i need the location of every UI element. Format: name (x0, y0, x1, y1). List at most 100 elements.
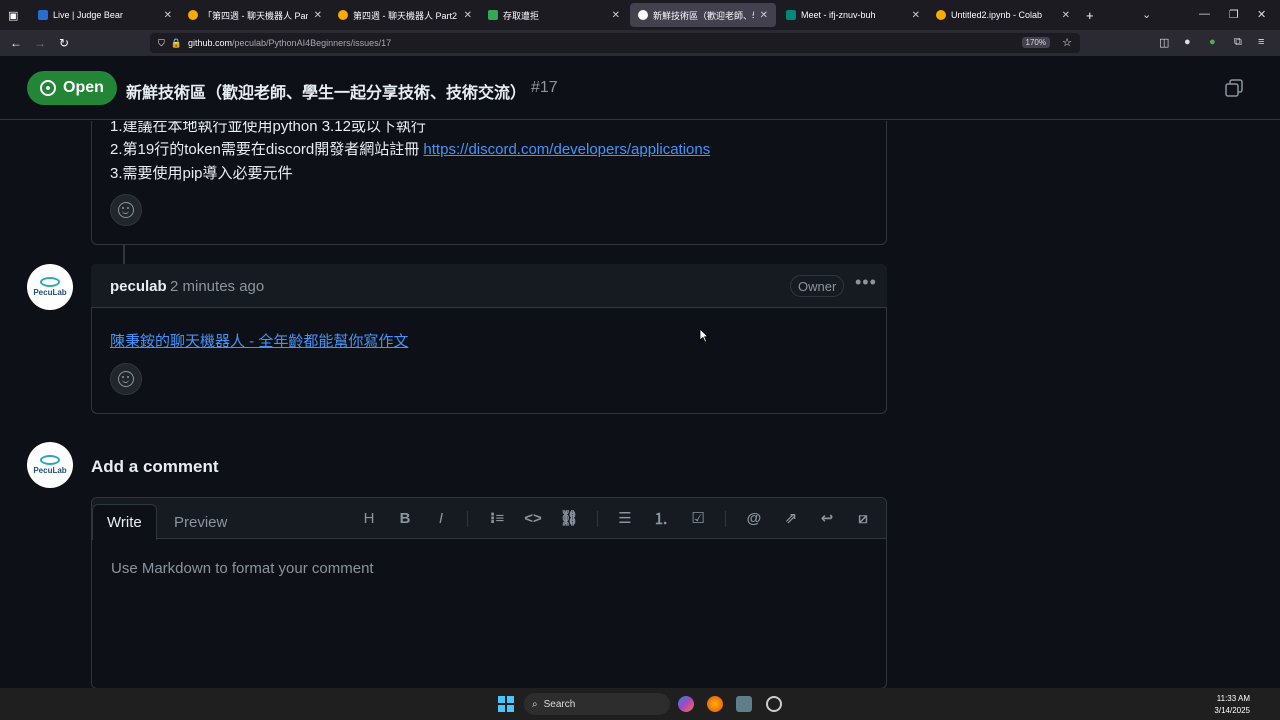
tab-access-denied[interactable]: 存取遭拒 ✕ (480, 0, 628, 30)
close-icon[interactable]: ✕ (464, 10, 472, 21)
mouse-cursor-icon (699, 328, 709, 343)
tab-favicon-icon (38, 10, 48, 20)
mention-icon[interactable]: @ (744, 508, 764, 528)
window-close-icon[interactable]: ✕ (1257, 8, 1266, 21)
lock-icon: 🔒 (170, 37, 182, 48)
italic-button[interactable]: I (431, 508, 451, 528)
bullet-list-icon[interactable]: ☰ (615, 508, 635, 528)
reply-icon[interactable]: ↩ (817, 508, 837, 528)
browser-nav-bar: ← → ↻ ⛉ 🔒 github.com/peculab/PythonAI4Be… (0, 30, 1280, 56)
timeline-connector (123, 245, 125, 265)
back-icon[interactable]: ← (4, 36, 28, 50)
reload-icon[interactable]: ↻ (52, 36, 76, 50)
shield-icon: ⛉ (158, 37, 165, 48)
system-clock[interactable]: 11:33 AM 3/14/2025 (1214, 693, 1250, 717)
smiley-icon (118, 371, 134, 387)
close-icon[interactable]: ✕ (760, 10, 768, 21)
pocket-icon[interactable]: ◫ (1159, 36, 1169, 49)
bold-button[interactable]: B (395, 508, 415, 528)
editor-toolbar: Write Preview H B I ⁝≡ <> ⛓ ☰ ⒈ ☑ @ ⇗ ↩ … (92, 498, 886, 540)
issue-title: 新鮮技術區（歡迎老師、學生一起分享技術、技術交流） (126, 85, 527, 102)
tab-judge-bear[interactable]: Live | Judge Bear ✕ (30, 0, 180, 30)
close-icon[interactable]: ✕ (314, 10, 322, 21)
chatbot-link[interactable]: 陳秉銨的聊天機器人 - 全年齡都能幫你寫作文 (110, 333, 408, 350)
zoom-level[interactable]: 170% (1021, 37, 1050, 48)
browser-tab-bar: ▣ Live | Judge Bear ✕ 「第四週 - 聊天機器人 Part2… (0, 0, 1280, 30)
app-icon[interactable] (766, 696, 782, 712)
comment-header: peculab 2 minutes ago Owner ••• (91, 264, 887, 308)
search-icon: ⌕ (532, 698, 538, 710)
quote-icon[interactable]: ⁝≡ (487, 508, 507, 528)
peculab-logo-icon (40, 455, 60, 465)
link-icon[interactable]: ⛓ (559, 508, 579, 528)
smiley-icon (118, 202, 134, 218)
grammarly-icon[interactable]: ● (1209, 36, 1216, 48)
tab-preview[interactable]: Preview (160, 504, 241, 540)
issue-sticky-header: Open 新鮮技術區（歡迎老師、學生一起分享技術、技術交流） #17 (0, 56, 1280, 120)
bookmark-star-icon[interactable]: ☆ (1062, 36, 1072, 49)
code-icon[interactable]: <> (523, 508, 543, 528)
avatar[interactable]: PecuLab (27, 264, 73, 310)
numbered-list-icon[interactable]: ⒈ (651, 508, 671, 528)
close-icon[interactable]: ✕ (612, 10, 620, 21)
issue-timeline: 1.建議在本地執行並使用python 3.12或以下執行 2.第19行的toke… (0, 121, 1280, 688)
taskbar-search[interactable]: ⌕ Search (524, 693, 670, 715)
screen-tool-icon[interactable] (736, 696, 752, 712)
add-comment-heading: Add a comment (91, 457, 219, 476)
heading-button[interactable]: H (359, 508, 379, 528)
tab-write[interactable]: Write (92, 504, 157, 540)
comment-body-line: 陳秉銨的聊天機器人 - 全年齡都能幫你寫作文 (110, 330, 408, 351)
kebab-menu-icon[interactable]: ••• (855, 272, 877, 293)
close-icon[interactable]: ✕ (1062, 10, 1070, 21)
comment-textarea[interactable]: Use Markdown to format your comment (111, 560, 374, 577)
tab-github-issue[interactable]: 新鮮技術區（歡迎老師、學生一 ✕ (630, 3, 776, 27)
copy-icon[interactable] (1225, 79, 1243, 97)
close-icon[interactable]: ✕ (912, 10, 920, 21)
copilot-icon[interactable] (678, 696, 694, 712)
task-list-icon[interactable]: ☑ (688, 508, 708, 528)
windows-start-icon[interactable] (498, 696, 514, 712)
tab-list-button[interactable]: ▣ (0, 0, 30, 30)
windows-taskbar: ⌕ Search 11:33 AM 3/14/2025 (0, 688, 1280, 720)
tab-untitled-colab[interactable]: Untitled2.ipynb - Colab ✕ (928, 0, 1078, 30)
firefox-icon[interactable] (707, 696, 723, 712)
issue-number: #17 (531, 79, 558, 96)
add-reaction-button[interactable] (110, 194, 142, 226)
peculab-logo-icon (40, 277, 60, 287)
tab-overflow-chevron-icon[interactable]: ⌄ (1142, 8, 1151, 21)
colab-icon (338, 10, 348, 20)
minimize-icon[interactable]: — (1199, 8, 1210, 20)
comment-timestamp[interactable]: 2 minutes ago (170, 278, 264, 295)
github-icon (638, 10, 648, 20)
issue-open-icon (40, 80, 57, 96)
issue-status-badge: Open (27, 71, 117, 105)
reference-icon[interactable]: ⇗ (781, 508, 801, 528)
menu-icon[interactable]: ≡ (1258, 36, 1264, 48)
forward-icon[interactable]: → (28, 36, 52, 50)
avatar[interactable]: PecuLab (27, 442, 73, 488)
tab-colab-part2-a[interactable]: 「第四週 - 聊天機器人 Part2」的 ✕ (180, 0, 330, 30)
discord-developers-link[interactable]: https://discord.com/developers/applicati… (423, 141, 710, 158)
comment-body-line: 3.需要使用pip導入必要元件 (110, 165, 293, 182)
toolbar-divider (597, 511, 598, 527)
comment-body-line: 2.第19行的token需要在discord開發者網站註冊 https://di… (110, 141, 711, 158)
tab-meet[interactable]: Meet - ifj-znuv-buh ✕ (778, 0, 928, 30)
comment-body-line: 1.建議在本地執行並使用python 3.12或以下執行 (110, 121, 426, 135)
slash-commands-icon[interactable]: ⧄ (853, 508, 873, 528)
toolbar-divider (467, 511, 468, 527)
address-bar[interactable]: ⛉ 🔒 github.com/peculab/PythonAI4Beginner… (150, 33, 1080, 53)
close-icon[interactable]: ✕ (164, 10, 172, 21)
drive-icon (488, 10, 498, 20)
comment-author[interactable]: peculab (110, 278, 167, 295)
add-reaction-button[interactable] (110, 363, 142, 395)
toolbar-divider (725, 511, 726, 527)
extension-icon[interactable]: ● (1184, 36, 1191, 48)
meet-icon (786, 10, 796, 20)
comment-editor: Write Preview H B I ⁝≡ <> ⛓ ☰ ⒈ ☑ @ ⇗ ↩ … (91, 497, 887, 688)
restore-icon[interactable]: ❐ (1229, 8, 1239, 21)
tab-colab-part2-b[interactable]: 第四週 - 聊天機器人 Part2 - Co ✕ (330, 0, 480, 30)
extensions-puzzle-icon[interactable]: ⧉ (1234, 36, 1242, 49)
new-tab-button[interactable]: + (1078, 0, 1102, 30)
colab-icon (188, 10, 198, 20)
owner-badge: Owner (790, 275, 845, 297)
